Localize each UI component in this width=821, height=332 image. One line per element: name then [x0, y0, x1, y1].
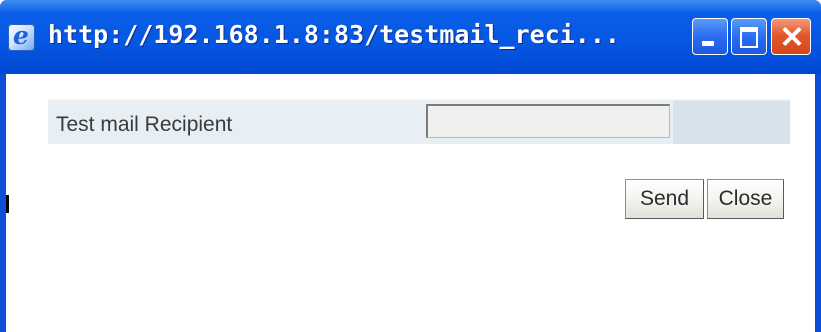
popup-window: http://192.168.1.8:83/testmail_reci... T… — [0, 0, 821, 332]
window-title: http://192.168.1.8:83/testmail_reci... — [48, 20, 620, 49]
edge-mark — [6, 195, 9, 213]
recipient-label: Test mail Recipient — [56, 113, 233, 136]
close-button[interactable]: Close — [707, 179, 784, 219]
title-bar[interactable]: http://192.168.1.8:83/testmail_reci... — [0, 0, 821, 74]
recipient-input[interactable] — [426, 104, 670, 138]
ie-browser-icon — [8, 21, 35, 51]
send-button[interactable]: Send — [625, 179, 704, 219]
window-content: Test mail Recipient Send Close — [6, 74, 815, 332]
minimize-icon[interactable] — [692, 18, 728, 55]
maximize-icon[interactable] — [731, 18, 767, 55]
row-stripe — [673, 101, 790, 144]
close-icon[interactable] — [771, 18, 811, 55]
recipient-row: Test mail Recipient — [48, 99, 790, 144]
